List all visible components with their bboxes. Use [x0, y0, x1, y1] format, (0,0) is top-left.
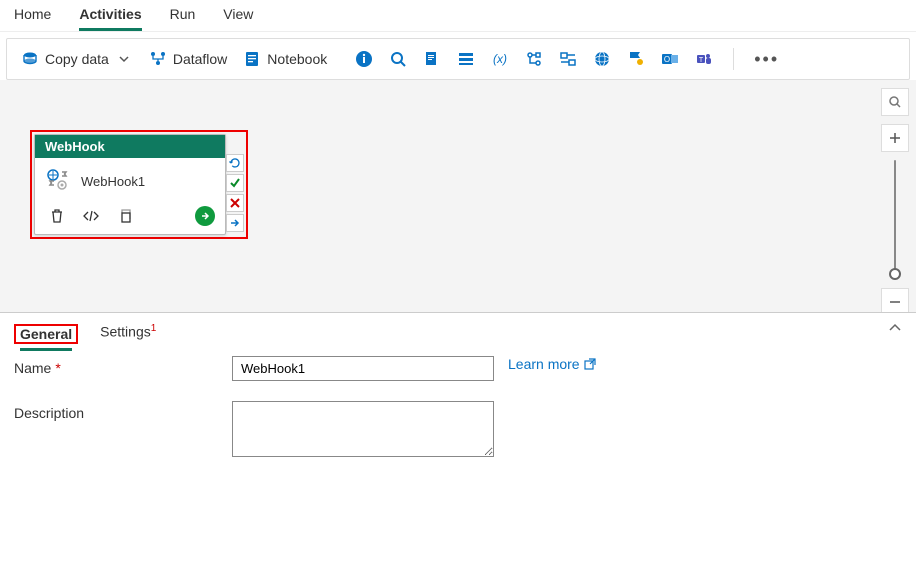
notebook-label: Notebook	[267, 51, 327, 67]
svg-text:(x): (x)	[493, 52, 507, 66]
tab-settings[interactable]: Settings1	[100, 323, 156, 346]
pipeline-canvas[interactable]: WebHook WebHook1	[0, 80, 916, 312]
code-icon[interactable]	[83, 208, 99, 224]
dataflow-label: Dataflow	[173, 51, 227, 67]
connector-success-icon[interactable]	[226, 174, 244, 192]
variable-icon[interactable]: (x)	[491, 50, 509, 68]
globe-icon[interactable]	[593, 50, 611, 68]
properties-panel: General Settings1 Name* Learn more Descr…	[0, 312, 916, 562]
delete-icon[interactable]	[49, 208, 65, 224]
svg-text:O: O	[664, 55, 670, 64]
list-icon[interactable]	[457, 50, 475, 68]
webhook-icon	[45, 168, 71, 194]
webhook-activity-node[interactable]: WebHook WebHook1	[30, 130, 248, 239]
notebook-icon	[243, 50, 261, 68]
description-label: Description	[14, 401, 224, 421]
copy-data-label: Copy data	[45, 51, 109, 67]
external-link-icon	[584, 358, 596, 370]
zoom-in-icon[interactable]	[881, 124, 909, 152]
canvas-controls	[880, 88, 910, 316]
tab-run[interactable]: Run	[170, 6, 196, 31]
pipeline-icon[interactable]	[525, 50, 543, 68]
name-label: Name*	[14, 356, 224, 376]
flag-icon[interactable]	[627, 50, 645, 68]
copy-icon[interactable]	[117, 208, 133, 224]
run-icon[interactable]	[195, 206, 215, 226]
connector-skip-icon[interactable]	[226, 214, 244, 232]
search-icon[interactable]	[389, 50, 407, 68]
canvas-search-icon[interactable]	[881, 88, 909, 116]
outlook-icon[interactable]: O	[661, 50, 679, 68]
connector-fail-icon[interactable]	[226, 194, 244, 212]
tab-general[interactable]: General	[20, 326, 72, 351]
more-icon[interactable]: •••	[754, 49, 779, 70]
tab-view[interactable]: View	[223, 6, 253, 31]
connector-retry-icon[interactable]	[226, 154, 244, 172]
dataflow-button[interactable]: Dataflow	[149, 50, 227, 68]
teams-icon[interactable]: T	[695, 50, 713, 68]
toolbar-separator	[733, 48, 734, 70]
top-nav: Home Activities Run View	[0, 0, 916, 32]
info-icon[interactable]	[355, 50, 373, 68]
tab-settings-label: Settings	[100, 324, 151, 340]
svg-text:T: T	[699, 57, 704, 64]
learn-more-link[interactable]: Learn more	[508, 356, 596, 372]
zoom-slider-thumb[interactable]	[889, 268, 901, 280]
name-input[interactable]	[232, 356, 494, 381]
copy-data-icon	[21, 50, 39, 68]
node-header: WebHook	[35, 135, 225, 158]
node-title: WebHook1	[81, 174, 145, 189]
tab-activities[interactable]: Activities	[79, 6, 141, 31]
toolbar: Copy data Dataflow Notebook (x)	[6, 38, 910, 80]
zoom-slider[interactable]	[894, 160, 896, 280]
dataflow-icon	[149, 50, 167, 68]
chevron-down-icon	[115, 50, 133, 68]
tab-home[interactable]: Home	[14, 6, 51, 31]
collapse-panel-icon[interactable]	[888, 321, 902, 335]
copy-data-button[interactable]: Copy data	[21, 50, 133, 68]
notebook-button[interactable]: Notebook	[243, 50, 327, 68]
settings-badge: 1	[151, 323, 157, 334]
table-icon[interactable]	[559, 50, 577, 68]
description-input[interactable]	[232, 401, 494, 457]
script-icon[interactable]	[423, 50, 441, 68]
properties-tabs: General Settings1	[0, 313, 916, 346]
node-connectors	[226, 154, 244, 232]
